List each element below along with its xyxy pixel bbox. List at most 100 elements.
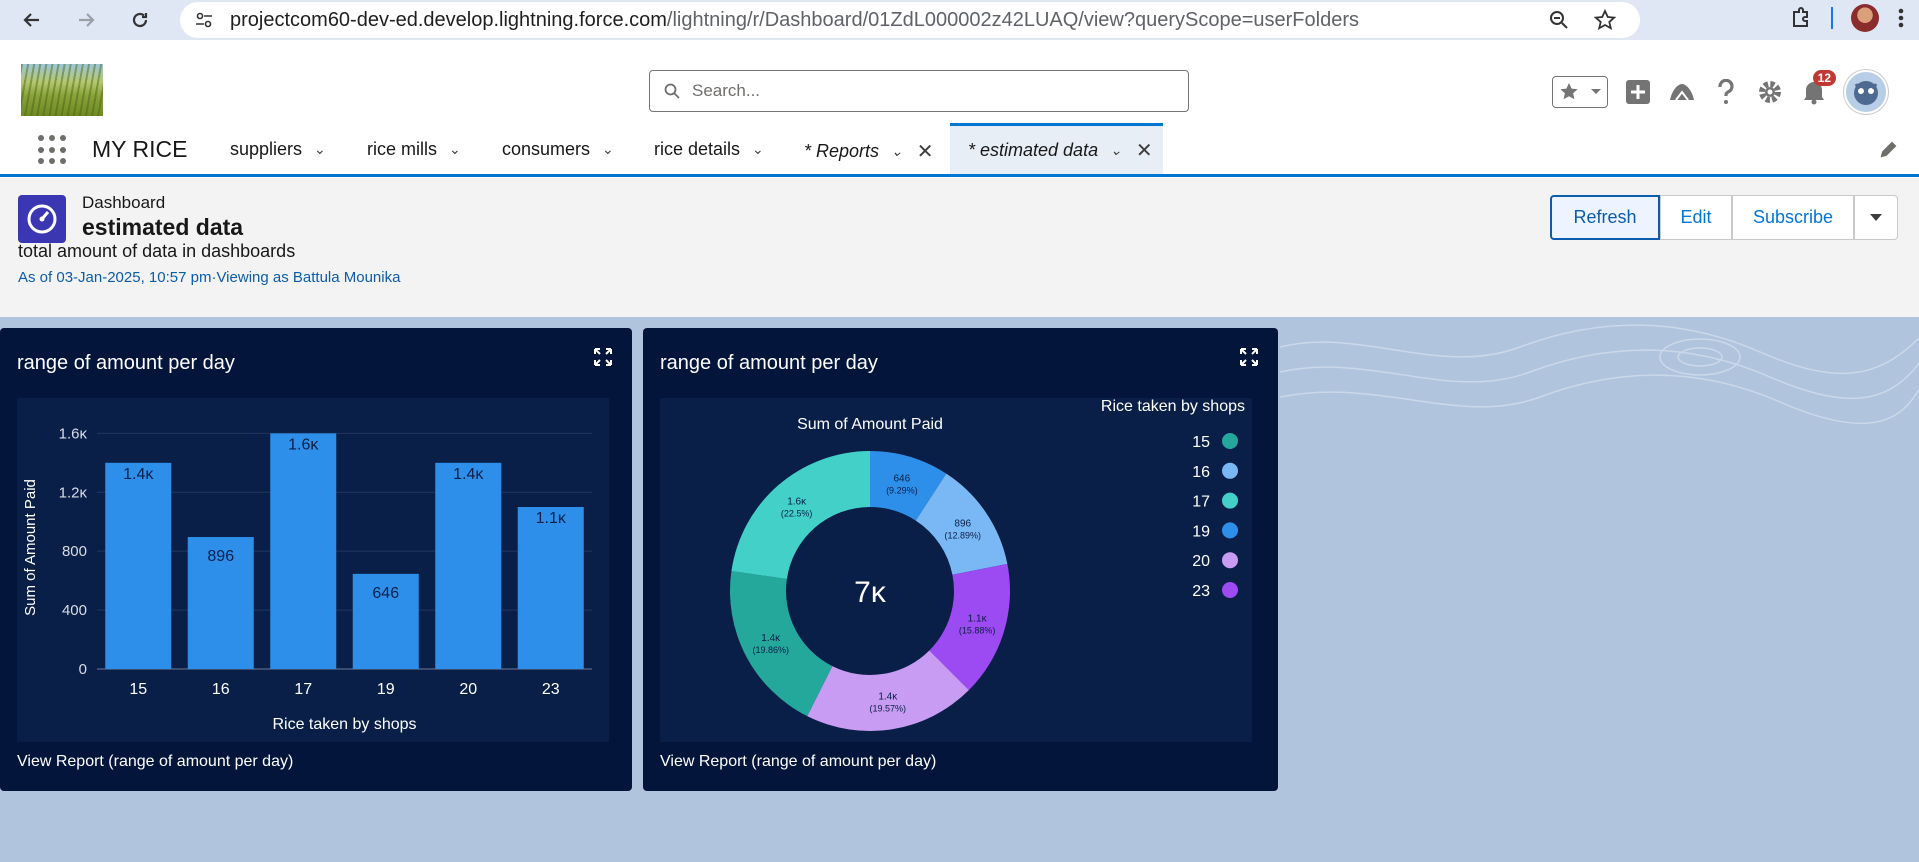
tab-label: * estimated data [968, 139, 1099, 160]
slice-value-label: 1.4ĸ [761, 633, 781, 644]
chevron-down-icon[interactable]: ⌄ [752, 141, 764, 158]
widget-title: range of amount per day [660, 352, 878, 374]
zoom-icon[interactable] [1548, 9, 1570, 31]
nav-item-consumers[interactable]: consumers ⌄ [502, 139, 614, 160]
tab-reports[interactable]: * Reports ⌄ ✕ [804, 139, 934, 164]
slice-value-label: 896 [954, 518, 971, 529]
nav-item-rice-mills[interactable]: rice mills ⌄ [367, 139, 461, 160]
edit-button[interactable]: Edit [1660, 195, 1732, 240]
legend-swatch[interactable] [1222, 462, 1238, 479]
bookmark-star-icon[interactable] [1594, 9, 1616, 31]
expand-icon[interactable] [1240, 348, 1258, 366]
slice-percent-label: (15.88%) [959, 626, 996, 636]
subscribe-button[interactable]: Subscribe [1732, 195, 1854, 240]
trailhead-icon[interactable] [1668, 78, 1696, 106]
url-host: projectcom60-dev-ed.develop.lightning.fo… [230, 8, 667, 31]
slice-percent-label: (22.5%) [781, 508, 813, 518]
browser-toolbar: projectcom60-dev-ed.develop.lightning.fo… [0, 0, 1919, 40]
profile-avatar-icon[interactable] [1851, 4, 1879, 32]
legend-swatch[interactable] [1222, 433, 1238, 449]
y-tick-label: 800 [62, 543, 87, 560]
close-icon[interactable]: ✕ [1136, 138, 1153, 163]
nav-item-rice-details[interactable]: rice details ⌄ [654, 139, 764, 160]
bar[interactable] [270, 433, 337, 669]
legend-label: 17 [1192, 494, 1210, 511]
y-tick-label: 1.2ĸ [59, 484, 88, 501]
slice-value-label: 1.4ĸ [878, 692, 898, 703]
nav-item-suppliers[interactable]: suppliers ⌄ [230, 139, 326, 160]
chevron-down-icon[interactable]: ⌄ [891, 143, 903, 160]
extensions-icon[interactable] [1789, 6, 1813, 30]
dashboard-gauge-icon [18, 195, 66, 243]
refresh-button[interactable]: Refresh [1550, 195, 1660, 240]
bar-data-label: 646 [372, 585, 399, 602]
legend-swatch[interactable] [1222, 552, 1238, 569]
x-tick-label: 16 [212, 681, 230, 698]
chevron-down-icon[interactable]: ⌄ [602, 141, 614, 158]
app-name: MY RICE [92, 136, 188, 162]
chrome-menu-icon[interactable] [1897, 6, 1905, 30]
setup-gear-icon[interactable] [1756, 78, 1784, 106]
app-navigation-bar: MY RICE suppliers ⌄ rice mills ⌄ consume… [0, 123, 1919, 177]
nav-item-label: rice mills [367, 139, 437, 159]
x-tick-label: 20 [459, 681, 477, 698]
notifications-bell-icon[interactable]: 12 [1800, 70, 1836, 106]
chevron-down-icon[interactable]: ⌄ [1110, 142, 1122, 159]
widget-title: range of amount per day [17, 352, 235, 374]
bar[interactable] [435, 462, 502, 669]
view-report-link[interactable]: View Report (range of amount per day) [660, 753, 936, 771]
bar-chart[interactable]: 0 400 800 1.2ĸ 1.6ĸ 1.4ĸ 15 896 16 1.6ĸ 17 646 19 1.4… [17, 398, 609, 742]
search-icon [664, 83, 680, 99]
slice-value-label: 646 [893, 474, 910, 485]
legend-swatch[interactable] [1222, 582, 1238, 598]
dashboard-as-of-status: As of 03-Jan-2025, 10:57 pm·Viewing as B… [18, 269, 401, 286]
chevron-down-icon[interactable]: ⌄ [449, 141, 461, 158]
chevron-down-icon[interactable] [1590, 88, 1602, 96]
app-launcher-icon[interactable] [38, 135, 68, 165]
bar-data-label: 896 [207, 548, 234, 565]
chevron-down-icon [1870, 213, 1882, 221]
topographic-background-decoration [1280, 324, 1919, 425]
view-report-link[interactable]: View Report (range of amount per day) [17, 753, 293, 771]
x-tick-label: 15 [129, 681, 147, 698]
y-tick-label: 400 [62, 602, 87, 619]
org-logo[interactable] [21, 64, 103, 116]
slice-percent-label: (19.57%) [870, 704, 907, 714]
legend-swatch[interactable] [1222, 522, 1238, 539]
dashboard-description: total amount of data in dashboards [18, 241, 296, 261]
bar[interactable] [517, 507, 584, 669]
site-info-icon[interactable] [194, 10, 214, 30]
favorites-button[interactable] [1552, 76, 1608, 108]
edit-nav-pencil-icon[interactable] [1879, 139, 1899, 159]
donut-chart[interactable]: Sum of Amount Paid 646(9.29%) 896(12.89%) 1… [660, 398, 1252, 742]
nav-item-label: rice details [654, 139, 741, 159]
global-search-input[interactable]: Search... [649, 70, 1189, 112]
chevron-down-icon[interactable]: ⌄ [314, 141, 326, 158]
dashboard-action-buttons: Refresh Edit Subscribe [1550, 195, 1898, 240]
close-icon[interactable]: ✕ [917, 139, 934, 164]
page-title: estimated data [82, 214, 244, 240]
bar-data-label: 1.4ĸ [123, 466, 154, 483]
slice-percent-label: (12.89%) [945, 530, 982, 540]
legend-swatch[interactable] [1222, 492, 1238, 509]
tab-estimated-data[interactable]: * estimated data ⌄ ✕ [950, 123, 1163, 174]
expand-icon[interactable] [594, 348, 612, 366]
user-avatar[interactable] [1844, 70, 1888, 114]
legend-label: 23 [1192, 583, 1210, 600]
notification-count-badge: 12 [1812, 70, 1836, 86]
back-icon[interactable] [16, 4, 48, 36]
more-actions-button[interactable] [1854, 195, 1898, 240]
search-placeholder: Search... [692, 81, 761, 100]
global-actions-icon[interactable] [1624, 78, 1652, 106]
donut-slice[interactable] [730, 571, 833, 717]
slice-value-label: 1.6ĸ [787, 496, 807, 507]
bar[interactable] [105, 462, 172, 669]
reload-icon[interactable] [124, 4, 156, 36]
x-tick-label: 19 [377, 681, 395, 698]
chart-title: Sum of Amount Paid [797, 416, 943, 433]
dashboard-widget-donut: range of amount per day Sum of Amount Pa… [643, 328, 1278, 791]
bar-data-label: 1.6ĸ [288, 436, 319, 453]
help-icon[interactable] [1712, 78, 1740, 106]
address-bar[interactable]: projectcom60-dev-ed.develop.lightning.fo… [180, 2, 1640, 38]
forward-icon[interactable] [70, 4, 102, 36]
